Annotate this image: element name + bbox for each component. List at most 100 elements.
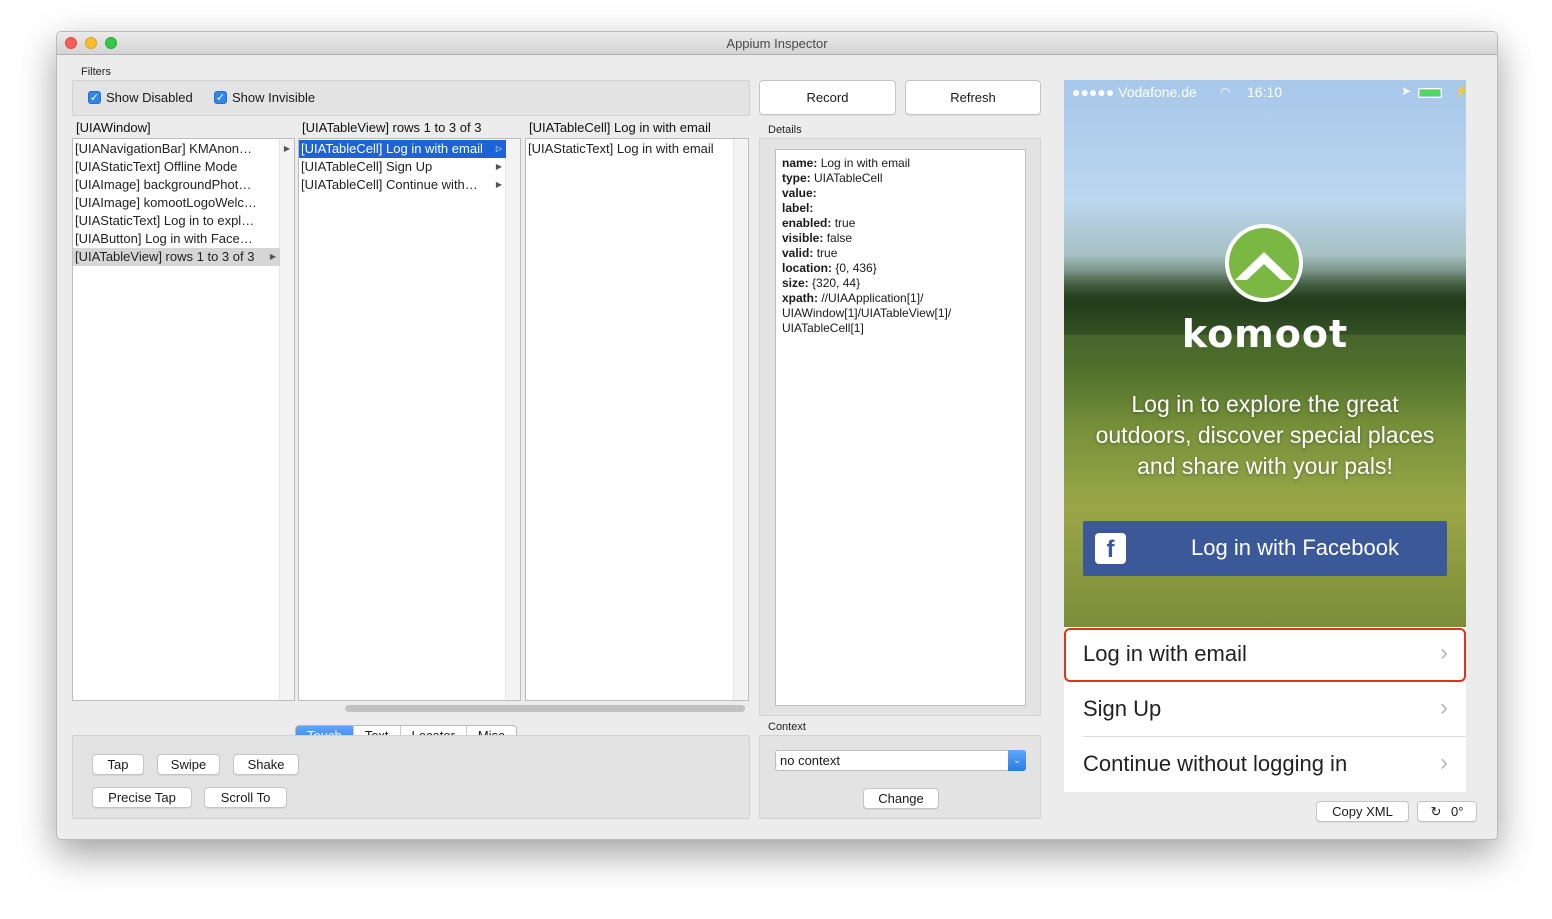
list-item-label: [UIATableCell] Continue with… xyxy=(301,177,478,192)
list-item[interactable]: [UIAStaticText] Log in to expl… xyxy=(73,212,294,230)
disclosure-arrow-icon: ▶ xyxy=(283,144,290,153)
cell-label: Sign Up xyxy=(1083,696,1162,721)
chevron-down-icon: ⌄ xyxy=(1008,750,1026,771)
list-item[interactable]: [UIATableCell] Continue with… ▶ xyxy=(299,176,506,194)
checkmark-icon: ✓ xyxy=(214,91,227,104)
show-invisible-label: Show Invisible xyxy=(232,90,316,105)
selected-element-highlight xyxy=(1064,628,1466,682)
details-label: Details xyxy=(768,124,802,136)
detail-key: visible: xyxy=(782,231,824,245)
detail-key: xpath: xyxy=(782,291,818,305)
detail-value: true xyxy=(834,216,856,230)
touch-actions-panel: Tap Swipe Shake Precise Tap Scroll To xyxy=(72,735,750,819)
record-button[interactable]: Record xyxy=(759,80,896,115)
detail-value: false xyxy=(826,231,853,245)
inspector-window: Appium Inspector Filters ✓ Show Disabled… xyxy=(56,31,1498,840)
change-context-button[interactable]: Change xyxy=(863,788,939,809)
list-item-label: [UIAStaticText] Log in to expl… xyxy=(75,213,255,228)
detail-key: value: xyxy=(782,186,817,200)
list-item[interactable]: [UIAImage] komootLogoWelc… xyxy=(73,194,294,212)
location-arrow-icon: ➤ xyxy=(1401,84,1412,98)
context-select-value: no context xyxy=(780,753,840,768)
filters-panel: ✓ Show Disabled ✓ Show Invisible xyxy=(72,80,750,116)
carrier-label: ●●●●● Vodafone.de xyxy=(1072,84,1197,100)
detail-value: {0, 436} xyxy=(835,261,877,275)
shake-button[interactable]: Shake xyxy=(233,754,299,775)
detail-key: label: xyxy=(782,201,814,215)
list-item-label: [UIATableView] rows 1 to 3 of 3 xyxy=(75,249,255,264)
clock-label: 16:10 xyxy=(1247,84,1283,100)
details-text: name: Log in with email type: UIATableCe… xyxy=(775,149,1026,706)
list-item[interactable]: [UIANavigationBar] KMAnon… ▶ xyxy=(73,140,294,158)
table-cell-sign-up[interactable]: Sign Up › xyxy=(1064,682,1466,737)
tagline-text: Log in to explore the great outdoors, di… xyxy=(1095,391,1435,479)
battery-icon xyxy=(1418,88,1442,98)
element-column-3[interactable]: [UIAStaticText] Log in with email xyxy=(525,138,749,701)
komoot-wordmark: komoot xyxy=(1181,312,1349,356)
list-item-label: [UIAImage] komootLogoWelc… xyxy=(75,195,257,210)
detail-value: {320, 44} xyxy=(812,276,861,290)
copy-xml-button[interactable]: Copy XML xyxy=(1316,801,1409,822)
detail-key: valid: xyxy=(782,246,814,260)
disclosure-arrow-icon: ▶ xyxy=(495,162,502,171)
disclosure-arrow-icon: ▶ xyxy=(269,252,276,261)
column-header-1: [UIAWindow] xyxy=(76,120,151,135)
title-bar[interactable]: Appium Inspector xyxy=(57,32,1497,55)
chevron-right-icon: › xyxy=(1440,749,1448,776)
tap-button[interactable]: Tap xyxy=(92,754,144,775)
disclosure-arrow-icon: ▷ xyxy=(495,144,502,153)
column-3-scrollbar[interactable] xyxy=(733,139,748,700)
detail-value: UIATableCell xyxy=(814,171,883,185)
detail-key: enabled: xyxy=(782,216,832,230)
list-item-label: [UIAStaticText] Offline Mode xyxy=(75,159,238,174)
list-item-label: [UIATableCell] Log in with email xyxy=(301,141,483,156)
column-header-3: [UIATableCell] Log in with email xyxy=(529,120,711,135)
list-item[interactable]: [UIAStaticText] Offline Mode xyxy=(73,158,294,176)
list-item[interactable]: [UIAImage] backgroundPhot… xyxy=(73,176,294,194)
show-disabled-label: Show Disabled xyxy=(106,90,193,105)
list-item[interactable]: [UIATableCell] Log in with email ▷ xyxy=(299,140,506,158)
detail-value: true xyxy=(816,246,838,260)
context-panel: no context ⌄ Change xyxy=(759,735,1041,819)
chevron-right-icon: › xyxy=(1440,694,1448,721)
list-item[interactable]: [UIAButton] Log in with Face… xyxy=(73,230,294,248)
list-item-label: [UIAStaticText] Log in with email xyxy=(528,141,714,156)
column-2-scrollbar[interactable] xyxy=(505,139,520,700)
rotation-value: 0° xyxy=(1451,804,1464,819)
rotate-button[interactable]: ↻ 0° xyxy=(1417,801,1477,822)
refresh-button[interactable]: Refresh xyxy=(905,80,1041,115)
list-item[interactable]: [UIATableView] rows 1 to 3 of 3 ▶ xyxy=(73,248,280,266)
status-bar: ●●●●● Vodafone.de ◠ 16:10 ➤ ⚡ xyxy=(1064,80,1466,106)
detail-value: Log in with email xyxy=(820,156,911,170)
window-title: Appium Inspector xyxy=(726,36,828,51)
wifi-icon: ◠ xyxy=(1220,85,1231,99)
precise-tap-button[interactable]: Precise Tap xyxy=(92,787,192,808)
disclosure-arrow-icon: ▶ xyxy=(495,180,502,189)
table-cell-continue[interactable]: Continue without logging in › xyxy=(1064,737,1466,792)
element-column-2[interactable]: [UIATableCell] Log in with email ▷ [UIATa… xyxy=(298,138,521,701)
device-screenshot[interactable]: ●●●●● Vodafone.de ◠ 16:10 ➤ ⚡ komoot Log… xyxy=(1064,80,1466,792)
details-panel: name: Log in with email type: UIATableCe… xyxy=(759,138,1041,716)
checkmark-icon: ✓ xyxy=(88,91,101,104)
horizontal-scrollbar[interactable] xyxy=(345,705,745,712)
context-label: Context xyxy=(768,721,806,733)
show-invisible-checkbox[interactable]: ✓ Show Invisible xyxy=(214,90,315,105)
facebook-login-button[interactable]: f Log in with Facebook xyxy=(1083,521,1447,576)
charging-bolt-icon: ⚡ xyxy=(1454,84,1466,98)
list-item[interactable]: [UIAStaticText] Log in with email xyxy=(526,140,748,158)
scroll-to-button[interactable]: Scroll To xyxy=(204,787,287,808)
context-select[interactable]: no context ⌄ xyxy=(775,750,1026,771)
list-item[interactable]: [UIATableCell] Sign Up ▶ xyxy=(299,158,506,176)
swipe-button[interactable]: Swipe xyxy=(157,754,220,775)
filters-label: Filters xyxy=(81,66,111,78)
column-header-2: [UIATableView] rows 1 to 3 of 3 xyxy=(302,120,482,135)
list-item-label: [UIANavigationBar] KMAnon… xyxy=(75,141,253,156)
cell-label: Continue without logging in xyxy=(1083,751,1348,776)
facebook-login-label: Log in with Facebook xyxy=(1191,535,1399,560)
element-column-1[interactable]: [UIANavigationBar] KMAnon… ▶ [UIAStaticTe… xyxy=(72,138,295,701)
show-disabled-checkbox[interactable]: ✓ Show Disabled xyxy=(88,90,193,105)
facebook-icon: f xyxy=(1095,533,1126,564)
detail-key: size: xyxy=(782,276,809,290)
list-item-label: [UIATableCell] Sign Up xyxy=(301,159,433,174)
rotate-icon: ↻ xyxy=(1430,804,1442,819)
